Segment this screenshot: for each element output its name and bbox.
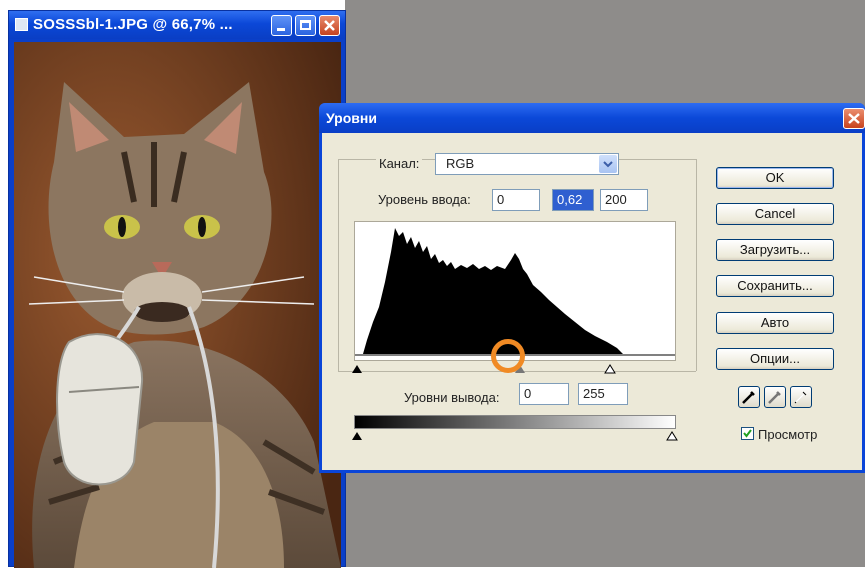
channel-select[interactable]: RGB (435, 153, 619, 175)
output-levels-slider[interactable] (350, 428, 680, 442)
levels-dialog: Уровни Канал: RGB Уровень ввода: 0 0,62 … (319, 103, 865, 473)
output-levels-label: Уровни вывода: (404, 390, 500, 405)
output-level-white-field[interactable]: 255 (578, 383, 628, 405)
auto-button[interactable]: Авто (716, 312, 834, 334)
channel-label: Канал: (376, 156, 423, 171)
load-button[interactable]: Загрузить... (716, 239, 834, 261)
dialog-title-bar[interactable]: Уровни (319, 103, 865, 133)
workspace: SOSSSbl-1.JPG @ 66,7% ... Уровни Канал: … (0, 0, 865, 568)
channel-select-value: RGB (446, 156, 475, 171)
output-gradient-bar (354, 415, 676, 429)
image-document-icon (15, 18, 28, 31)
cancel-button[interactable]: Cancel (716, 203, 834, 225)
black-eyedropper-icon (742, 391, 755, 404)
input-level-gamma-field[interactable]: 0,62 (552, 189, 594, 211)
options-button[interactable]: Опции... (716, 348, 834, 370)
cat-photo (14, 42, 341, 568)
output-level-black-field[interactable]: 0 (519, 383, 569, 405)
input-level-black-field[interactable]: 0 (492, 189, 540, 211)
input-levels-label: Уровень ввода: (378, 192, 471, 207)
chevron-down-icon[interactable] (599, 155, 617, 173)
preview-label: Просмотр (758, 427, 818, 442)
image-document-window: SOSSSbl-1.JPG @ 66,7% ... (8, 10, 346, 568)
highlight-circle (491, 339, 525, 373)
preview-checkbox[interactable] (741, 427, 754, 440)
white-eyedropper-icon (794, 391, 807, 404)
channel-group-frame-right (696, 159, 697, 371)
ok-button[interactable]: OK (716, 167, 834, 189)
output-white-slider[interactable] (666, 431, 678, 441)
dialog-title: Уровни (326, 110, 377, 126)
white-eyedropper-button[interactable] (790, 386, 812, 408)
dialog-body: Канал: RGB Уровень ввода: 0 0,62 200 Уро… (322, 133, 862, 470)
black-eyedropper-button[interactable] (738, 386, 760, 408)
input-level-white-field[interactable]: 200 (600, 189, 648, 211)
minimize-button[interactable] (271, 15, 292, 36)
output-black-slider[interactable] (352, 432, 362, 440)
save-button[interactable]: Сохранить... (716, 275, 834, 297)
maximize-button[interactable] (295, 15, 316, 36)
close-button[interactable] (319, 15, 340, 36)
white-point-slider[interactable] (604, 364, 616, 374)
document-title: SOSSSbl-1.JPG @ 66,7% ... (33, 16, 233, 33)
checkmark-icon (743, 429, 752, 438)
gray-eyedropper-button[interactable] (764, 386, 786, 408)
dialog-close-button[interactable] (843, 108, 865, 129)
black-point-slider[interactable] (352, 365, 362, 373)
channel-group-frame-left (338, 159, 339, 371)
gray-eyedropper-icon (768, 391, 781, 404)
document-title-bar[interactable]: SOSSSbl-1.JPG @ 66,7% ... (9, 11, 345, 39)
